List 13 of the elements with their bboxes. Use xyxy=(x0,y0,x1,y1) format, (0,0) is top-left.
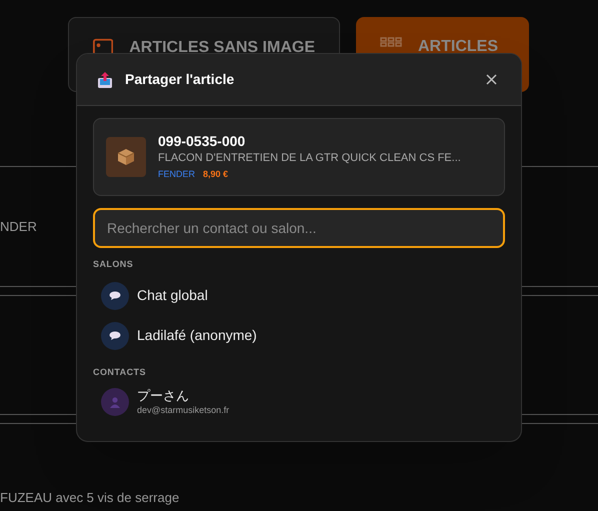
article-price: 8,90 € xyxy=(203,168,228,182)
description-cell: FUZEAU avec 5 vis de serrage xyxy=(0,490,180,505)
section-heading: SALONS xyxy=(93,258,134,271)
article-reference: 099-0535-000 xyxy=(158,132,246,150)
article-name: FLACON D'ENTRETIEN DE LA GTR QUICK CLEAN CS FE... xyxy=(158,151,461,166)
article-brand: FENDER xyxy=(158,168,196,182)
contact-email: dev@starmusiketson.fr xyxy=(137,404,230,417)
brand-cell-text: NDER xyxy=(0,218,37,236)
dialog-title: Partager l'article xyxy=(125,70,234,89)
section-heading: CONTACTS xyxy=(93,366,147,378)
room-name: Ladilafé (anonyme) xyxy=(137,326,257,345)
contact-name: プーさん xyxy=(137,387,190,404)
room-name: Chat global xyxy=(137,286,208,305)
